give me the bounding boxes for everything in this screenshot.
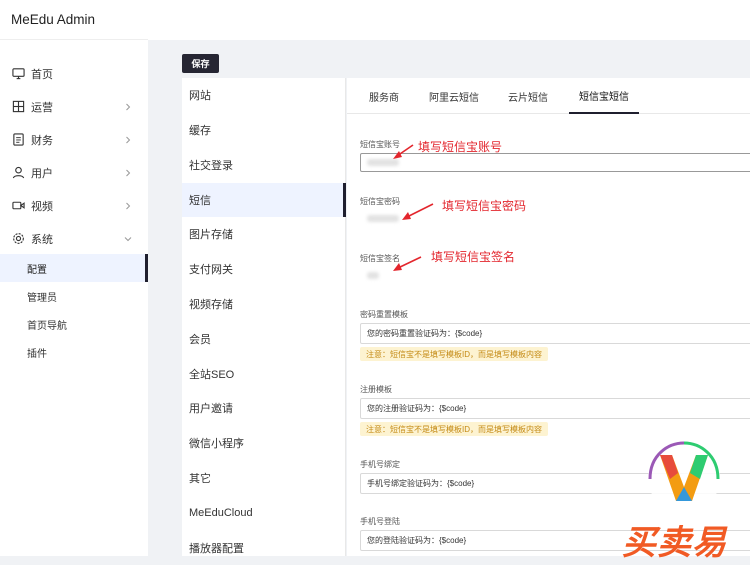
watermark-logo: 买卖易: [620, 435, 750, 563]
signature-annotation: 填写短信宝签名: [431, 250, 516, 264]
password-annotation: 填写短信宝密码: [442, 199, 527, 213]
watermark-text: 买卖易: [622, 523, 727, 563]
account-annotation: 填写短信宝账号: [418, 140, 503, 154]
